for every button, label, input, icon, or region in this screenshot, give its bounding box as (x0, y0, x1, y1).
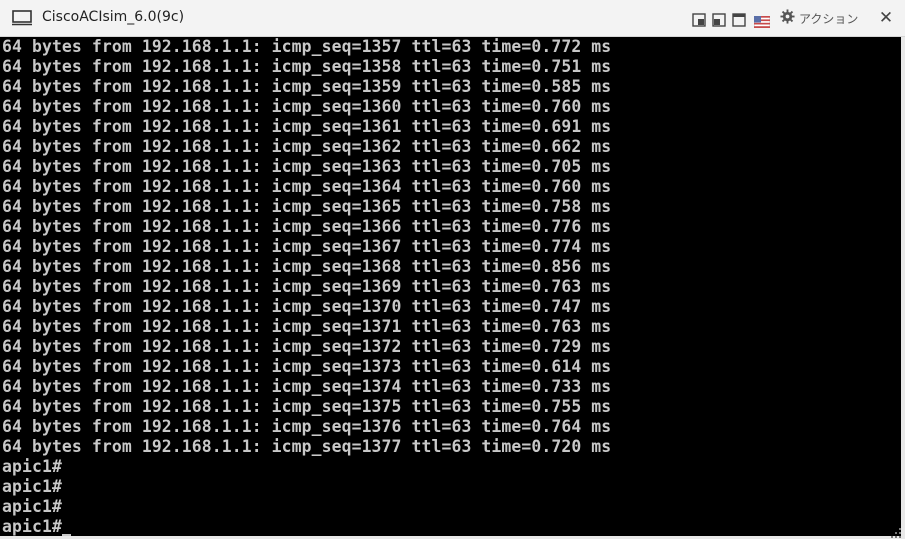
console-output-line: 64 bytes from 192.168.1.1: icmp_seq=1358… (2, 57, 612, 76)
close-icon[interactable]: ✕ (878, 8, 894, 28)
restore-window-icon[interactable] (712, 12, 726, 31)
gear-icon (780, 8, 795, 28)
console-output-line: 64 bytes from 192.168.1.1: icmp_seq=1375… (2, 397, 612, 416)
console-output-line: 64 bytes from 192.168.1.1: icmp_seq=1368… (2, 257, 612, 276)
actions-menu[interactable]: アクション (780, 8, 859, 28)
terminal-console[interactable]: 64 bytes from 192.168.1.1: icmp_seq=1357… (0, 37, 901, 536)
console-output-line: 64 bytes from 192.168.1.1: icmp_seq=1365… (2, 197, 612, 216)
shell-prompt-line: apic1# (2, 497, 62, 516)
console-output-line: 64 bytes from 192.168.1.1: icmp_seq=1369… (2, 277, 612, 296)
console-output-line: 64 bytes from 192.168.1.1: icmp_seq=1371… (2, 317, 612, 336)
console-output-line: 64 bytes from 192.168.1.1: icmp_seq=1374… (2, 377, 612, 396)
scrollbar-track[interactable] (901, 37, 905, 539)
actions-label: アクション (799, 11, 859, 26)
console-output-line: 64 bytes from 192.168.1.1: icmp_seq=1377… (2, 437, 612, 456)
console-output-line: 64 bytes from 192.168.1.1: icmp_seq=1363… (2, 157, 612, 176)
console-output-line: 64 bytes from 192.168.1.1: icmp_seq=1361… (2, 117, 612, 136)
console-output-line: 64 bytes from 192.168.1.1: icmp_seq=1373… (2, 357, 612, 376)
console-output-line: 64 bytes from 192.168.1.1: icmp_seq=1376… (2, 417, 612, 436)
shell-prompt-line: apic1# (2, 477, 62, 496)
resize-grip-icon[interactable] (890, 524, 902, 543)
console-output-line: 64 bytes from 192.168.1.1: icmp_seq=1367… (2, 237, 612, 256)
console-output-line: 64 bytes from 192.168.1.1: icmp_seq=1362… (2, 137, 612, 156)
console-output-line: 64 bytes from 192.168.1.1: icmp_seq=1370… (2, 297, 612, 316)
console-monitor-icon (12, 10, 32, 30)
console-output-line: 64 bytes from 192.168.1.1: icmp_seq=1357… (2, 37, 612, 56)
window-title: CiscoACIsim_6.0(9c) (42, 9, 185, 25)
fit-window-icon[interactable] (692, 12, 706, 31)
maximize-window-icon[interactable] (732, 12, 746, 31)
console-output-line: 64 bytes from 192.168.1.1: icmp_seq=1359… (2, 77, 612, 96)
us-keyboard-flag-icon[interactable] (753, 13, 771, 32)
window-titlebar: CiscoACIsim_6.0(9c) アクション ✕ (0, 0, 905, 37)
console-output-line: 64 bytes from 192.168.1.1: icmp_seq=1372… (2, 337, 612, 356)
console-output-line: 64 bytes from 192.168.1.1: icmp_seq=1360… (2, 97, 612, 116)
console-output-line: 64 bytes from 192.168.1.1: icmp_seq=1364… (2, 177, 612, 196)
shell-prompt-line: apic1# (2, 517, 62, 536)
console-output-line: 64 bytes from 192.168.1.1: icmp_seq=1366… (2, 217, 612, 236)
shell-prompt-line: apic1# (2, 457, 62, 476)
